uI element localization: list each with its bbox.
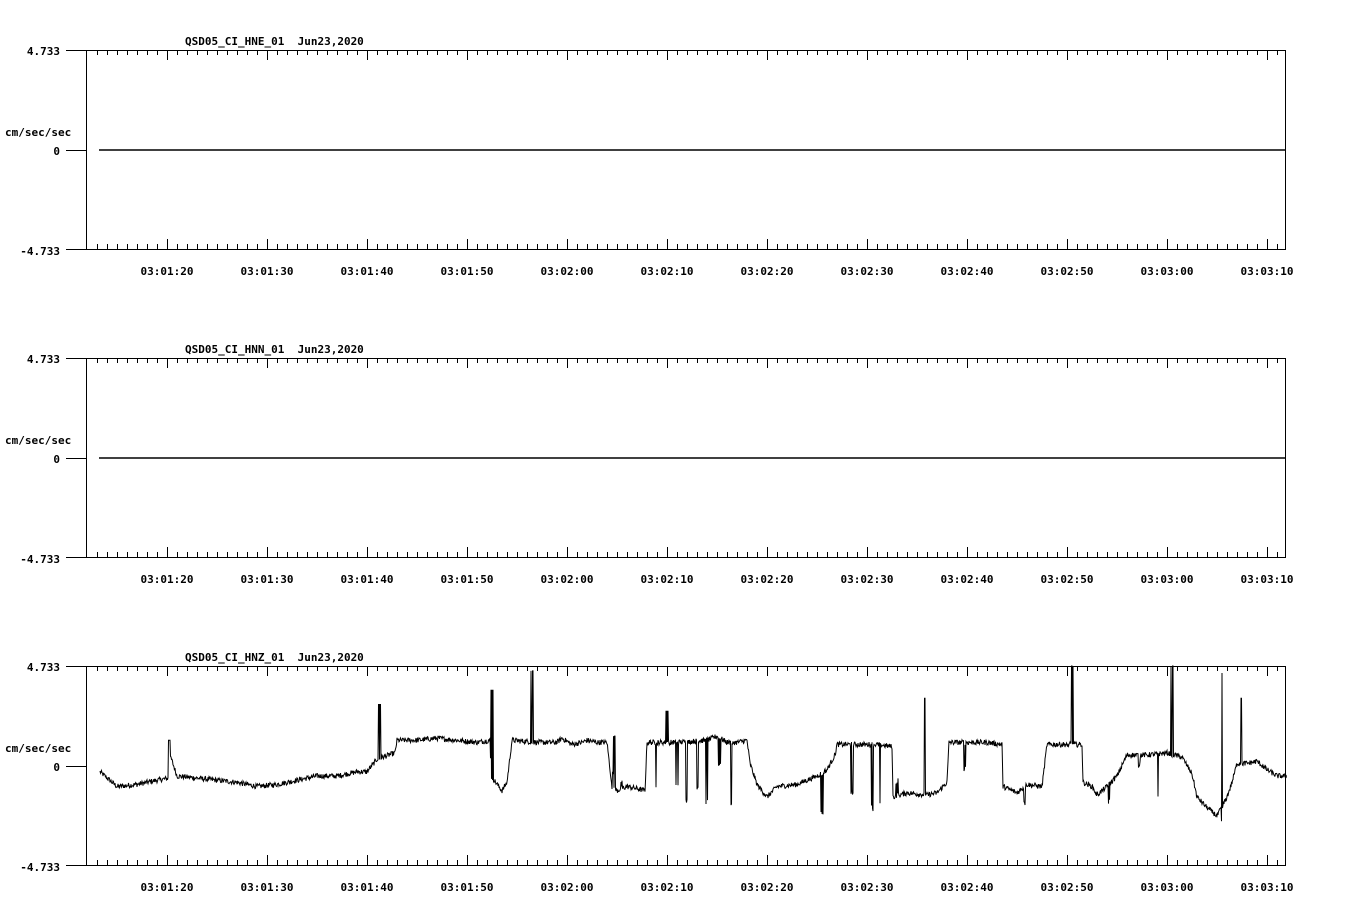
- x-tick-label: 03:01:50: [441, 881, 494, 894]
- x-tick-label: 03:01:20: [141, 881, 194, 894]
- seismogram-figure: QSD05_CI_HNE_01 Jun23,2020 4.733 cm/sec/…: [5, 35, 1293, 894]
- x-axis-tick-labels: 03:01:20 03:01:30 03:01:40 03:01:50 03:02:00…: [141, 573, 1294, 586]
- y-tick-label-zero: 0: [53, 761, 60, 774]
- x-axis-tick-labels: 03:01:20 03:01:30 03:01:40 03:01:50 03:02:00…: [141, 265, 1294, 278]
- x-tick-label: 03:03:00: [1141, 881, 1194, 894]
- x-tick-label: 03:02:40: [941, 881, 994, 894]
- y-tick-label-max: 4.733: [27, 661, 60, 674]
- x-tick-label: 03:01:20: [141, 573, 194, 586]
- x-tick-label: 03:03:10: [1241, 265, 1294, 278]
- y-tick-label-max: 4.733: [27, 353, 60, 366]
- x-tick-label: 03:02:00: [541, 265, 594, 278]
- x-tick-label: 03:01:30: [241, 881, 294, 894]
- panel-hnz: QSD05_CI_HNZ_01 Jun23,2020 4.733 cm/sec/…: [5, 651, 1293, 894]
- x-tick-label: 03:02:20: [741, 881, 794, 894]
- x-tick-label: 03:01:40: [341, 265, 394, 278]
- x-tick-label: 03:02:50: [1041, 881, 1094, 894]
- y-axis-label: cm/sec/sec: [5, 434, 71, 447]
- trace-line: [99, 665, 1287, 822]
- x-tick-label: 03:01:30: [241, 265, 294, 278]
- x-tick-label: 03:03:00: [1141, 573, 1194, 586]
- x-axis-tick-labels: 03:01:20 03:01:30 03:01:40 03:01:50 03:02:00…: [141, 881, 1294, 894]
- x-tick-label: 03:03:10: [1241, 573, 1294, 586]
- y-tick-label-max: 4.733: [27, 45, 60, 58]
- x-tick-label: 03:02:20: [741, 573, 794, 586]
- panel-title: QSD05_CI_HNE_01 Jun23,2020: [185, 35, 364, 48]
- x-tick-label: 03:02:10: [641, 265, 694, 278]
- x-tick-label: 03:01:30: [241, 573, 294, 586]
- x-tick-label: 03:02:50: [1041, 573, 1094, 586]
- x-tick-label: 03:01:20: [141, 265, 194, 278]
- y-axis-label: cm/sec/sec: [5, 126, 71, 139]
- panel-hnn: QSD05_CI_HNN_01 Jun23,2020 4.733 cm/sec/…: [5, 343, 1293, 586]
- x-tick-label: 03:02:20: [741, 265, 794, 278]
- x-tick-label: 03:02:40: [941, 573, 994, 586]
- x-tick-label: 03:02:00: [541, 881, 594, 894]
- panel-title: QSD05_CI_HNN_01 Jun23,2020: [185, 343, 364, 356]
- y-tick-label-min: -4.733: [20, 861, 60, 874]
- x-tick-label: 03:03:00: [1141, 265, 1194, 278]
- y-tick-label-min: -4.733: [20, 245, 60, 258]
- panel-title: QSD05_CI_HNZ_01 Jun23,2020: [185, 651, 364, 664]
- x-tick-label: 03:02:00: [541, 573, 594, 586]
- x-tick-label: 03:01:50: [441, 573, 494, 586]
- x-tick-label: 03:02:30: [841, 881, 894, 894]
- x-tick-label: 03:02:50: [1041, 265, 1094, 278]
- panel-hne: QSD05_CI_HNE_01 Jun23,2020 4.733 cm/sec/…: [5, 35, 1293, 278]
- x-tick-label: 03:02:10: [641, 573, 694, 586]
- y-axis-label: cm/sec/sec: [5, 742, 71, 755]
- y-tick-label-zero: 0: [53, 453, 60, 466]
- x-tick-label: 03:03:10: [1241, 881, 1294, 894]
- x-tick-label: 03:01:50: [441, 265, 494, 278]
- x-tick-label: 03:02:30: [841, 265, 894, 278]
- x-tick-label: 03:02:10: [641, 881, 694, 894]
- x-tick-label: 03:01:40: [341, 573, 394, 586]
- y-tick-label-min: -4.733: [20, 553, 60, 566]
- x-tick-label: 03:02:40: [941, 265, 994, 278]
- x-tick-label: 03:01:40: [341, 881, 394, 894]
- y-tick-label-zero: 0: [53, 145, 60, 158]
- x-tick-label: 03:02:30: [841, 573, 894, 586]
